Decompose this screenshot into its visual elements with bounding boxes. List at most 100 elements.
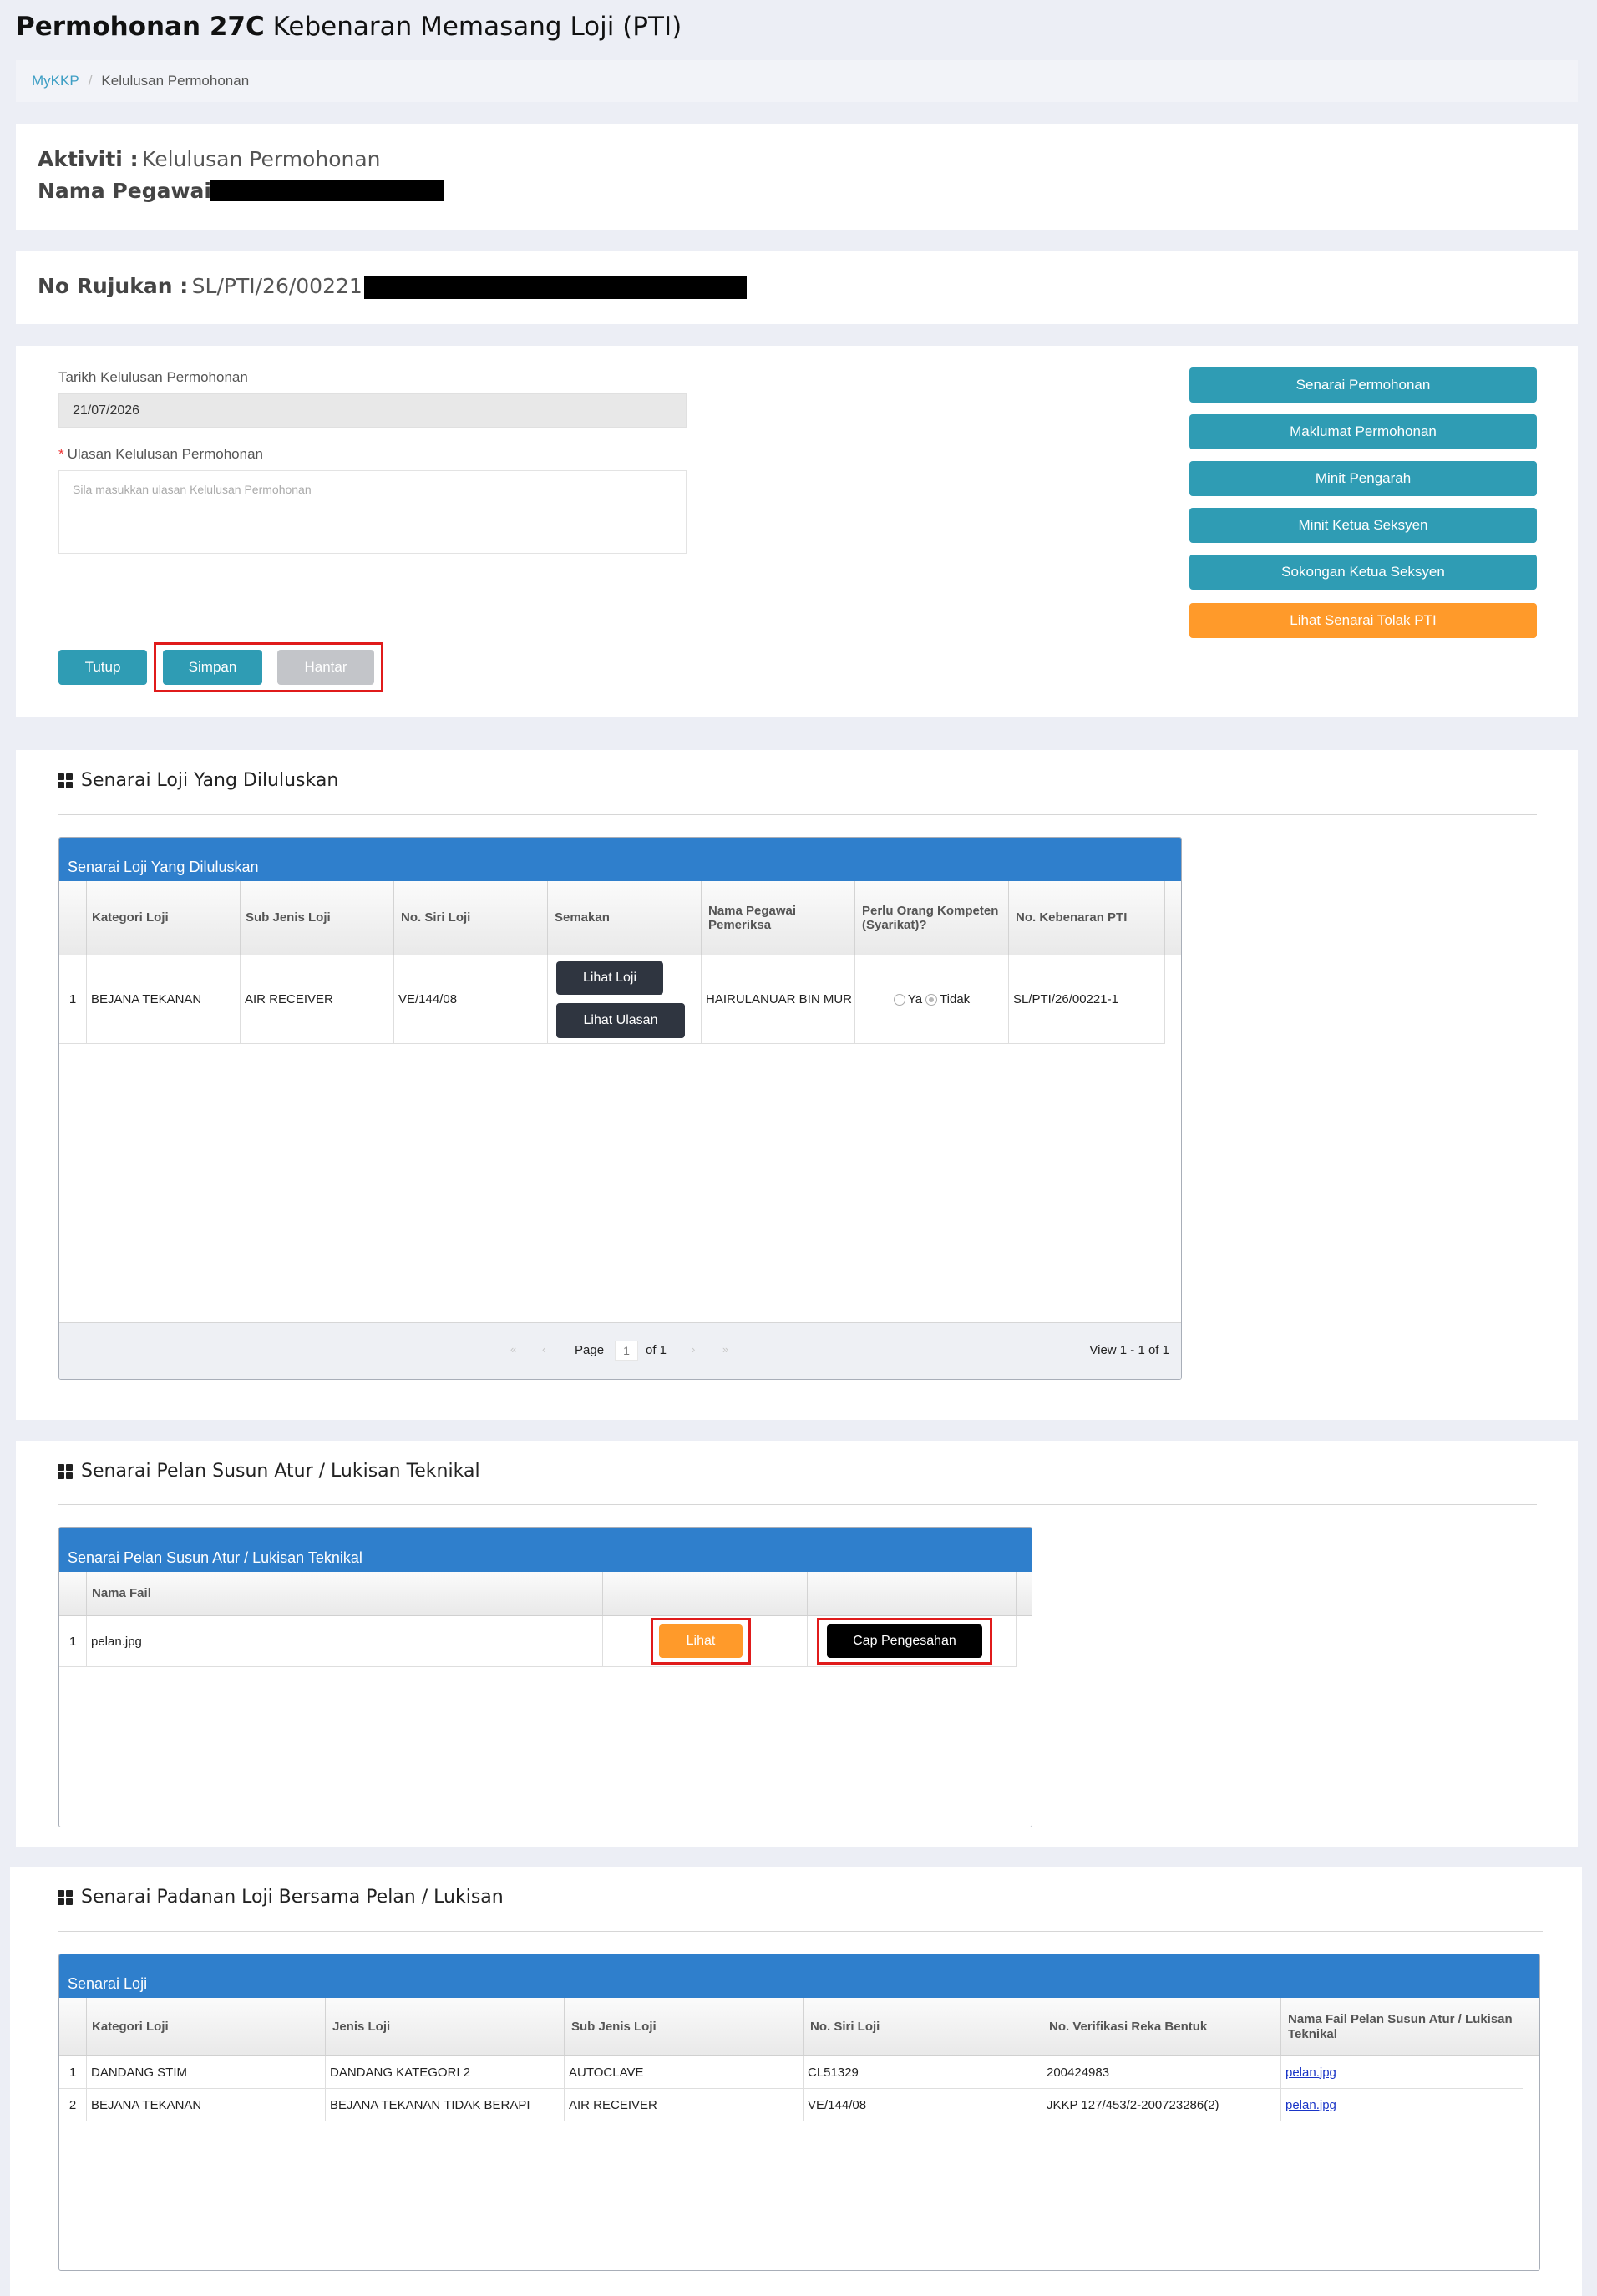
maklumat-permohonan-button[interactable]: Maklumat Permohonan xyxy=(1189,414,1537,449)
grid-caption: Senarai Loji xyxy=(59,1954,1539,1998)
column-header[interactable]: Kategori Loji xyxy=(87,881,241,955)
radio-tidak[interactable] xyxy=(925,993,938,1006)
column-header[interactable]: No. Siri Loji xyxy=(804,1998,1042,2055)
column-header xyxy=(808,1572,1017,1615)
section-title-row: Senarai Pelan Susun Atur / Lukisan Tekni… xyxy=(58,1461,480,1482)
first-page-icon[interactable]: « xyxy=(510,1343,516,1356)
file-link[interactable]: pelan.jpg xyxy=(1285,2065,1336,2080)
cell-cap-pengesahan: Cap Pengesahan xyxy=(808,1616,1017,1666)
cell-sub-jenis-loji: AUTOCLAVE xyxy=(565,2056,804,2088)
table-row[interactable]: 1 BEJANA TEKANAN AIR RECEIVER VE/144/08 … xyxy=(59,955,1165,1044)
radio-ya-label: Ya xyxy=(907,992,923,1006)
pegawai-line: Nama Pegawai : xyxy=(38,179,227,203)
column-header[interactable]: Perlu Orang Kompeten (Syarikat)? xyxy=(855,881,1009,955)
tutup-button[interactable]: Tutup xyxy=(58,650,147,685)
last-page-icon[interactable]: » xyxy=(722,1343,728,1356)
loji-diluluskan-grid: Senarai Loji Yang Diluluskan Kategori Lo… xyxy=(58,837,1182,1380)
minit-pengarah-button[interactable]: Minit Pengarah xyxy=(1189,461,1537,496)
column-header[interactable]: No. Siri Loji xyxy=(394,881,548,955)
table-row[interactable]: 1 pelan.jpg Lihat Cap Pengesahan xyxy=(59,1616,1017,1667)
cell-no-siri-loji: CL51329 xyxy=(804,2056,1042,2088)
table-row[interactable]: 2 BEJANA TEKANAN BEJANA TEKANAN TIDAK BE… xyxy=(59,2089,1523,2121)
cell-no-kebenaran-pti: SL/PTI/26/00221-1 xyxy=(1009,955,1165,1043)
cap-pengesahan-button[interactable]: Cap Pengesahan xyxy=(827,1624,982,1658)
ulasan-textarea[interactable]: Sila masukkan ulasan Kelulusan Permohona… xyxy=(58,470,687,554)
required-mark: * xyxy=(58,446,64,462)
grid-pager: « ‹ Page 1 of 1 › » View 1 - 1 of 1 xyxy=(59,1322,1181,1379)
cell-no-siri-loji: VE/144/08 xyxy=(804,2089,1042,2121)
cell-jenis-loji: BEJANA TEKANAN TIDAK BERAPI xyxy=(326,2089,565,2121)
breadcrumb-current: Kelulusan Permohonan xyxy=(101,73,250,89)
cell-semakan: Lihat Loji Lihat Ulasan xyxy=(548,955,702,1043)
cell-kategori-loji: BEJANA TEKANAN xyxy=(87,955,241,1043)
grid-header-row: Nama Fail xyxy=(59,1572,1032,1616)
column-header[interactable]: Semakan xyxy=(548,881,702,955)
row-number: 1 xyxy=(59,955,87,1043)
breadcrumb: MyKKP / Kelulusan Permohonan xyxy=(16,60,1578,102)
column-header-rownum xyxy=(59,881,87,955)
column-header[interactable]: No. Verifikasi Reka Bentuk xyxy=(1042,1998,1281,2055)
view-records-label: View 1 - 1 of 1 xyxy=(1089,1343,1169,1357)
page-title: Permohonan 27C Kebenaran Memasang Loji (… xyxy=(16,12,682,42)
row-number: 1 xyxy=(59,1616,87,1666)
senarai-loji-grid: Senarai Loji Kategori Loji Jenis Loji Su… xyxy=(58,1954,1540,2271)
cell-lihat: Lihat xyxy=(603,1616,808,1666)
column-header[interactable]: Sub Jenis Loji xyxy=(241,881,394,955)
prev-page-icon[interactable]: ‹ xyxy=(542,1343,545,1356)
hantar-button[interactable]: Hantar xyxy=(277,650,374,685)
section-padanan-loji: Senarai Padanan Loji Bersama Pelan / Luk… xyxy=(10,1867,1582,2296)
grid-icon xyxy=(58,773,73,788)
breadcrumb-home-link[interactable]: MyKKP xyxy=(32,73,79,89)
grid-header-row: Kategori Loji Sub Jenis Loji No. Siri Lo… xyxy=(59,881,1181,955)
radio-tidak-label: Tidak xyxy=(940,992,971,1006)
column-header[interactable]: Kategori Loji xyxy=(87,1998,326,2055)
column-header[interactable]: No. Kebenaran PTI xyxy=(1009,881,1165,955)
date-field[interactable]: 21/07/2026 xyxy=(58,393,687,428)
cell-nama-fail: pelan.jpg xyxy=(87,1616,603,1666)
radio-ya[interactable] xyxy=(893,993,905,1006)
column-header[interactable]: Sub Jenis Loji xyxy=(565,1998,804,2055)
reference-panel: No Rujukan : SL/PTI/26/00221: xyxy=(16,251,1578,324)
grid-icon xyxy=(58,1463,73,1479)
page-title-bold: Permohonan 27C xyxy=(16,12,265,42)
grid-header-row: Kategori Loji Jenis Loji Sub Jenis Loji … xyxy=(59,1998,1539,2056)
nama-pegawai-label: Nama Pegawai : xyxy=(38,179,227,203)
simpan-button[interactable]: Simpan xyxy=(163,650,262,685)
lihat-button[interactable]: Lihat xyxy=(659,1624,743,1658)
sokongan-ketua-seksyen-button[interactable]: Sokongan Ketua Seksyen xyxy=(1189,555,1537,590)
activity-panel: Aktiviti : Kelulusan Permohonan Nama Peg… xyxy=(16,124,1578,230)
file-link[interactable]: pelan.jpg xyxy=(1285,2098,1336,2112)
cell-kategori-loji: BEJANA TEKANAN xyxy=(87,2089,326,2121)
section-title-row: Senarai Padanan Loji Bersama Pelan / Luk… xyxy=(58,1887,504,1908)
grid-caption: Senarai Loji Yang Diluluskan xyxy=(59,838,1181,881)
lihat-loji-button[interactable]: Lihat Loji xyxy=(556,961,663,995)
column-header[interactable]: Jenis Loji xyxy=(326,1998,565,2055)
cell-nama-pegawai: HAIRULANUAR BIN MUR xyxy=(702,955,855,1043)
column-header[interactable]: Nama Fail Pelan Susun Atur / Lukisan Tek… xyxy=(1281,1998,1523,2055)
cell-no-verifikasi: JKKP 127/453/2-200723286(2) xyxy=(1042,2089,1281,2121)
minit-ketua-seksyen-button[interactable]: Minit Ketua Seksyen xyxy=(1189,508,1537,543)
next-page-icon[interactable]: › xyxy=(692,1343,695,1356)
row-number: 1 xyxy=(59,2056,87,2088)
section-loji-diluluskan: Senarai Loji Yang Diluluskan Senarai Loj… xyxy=(16,750,1578,1420)
ulasan-label: Ulasan Kelulusan Permohonan xyxy=(67,446,263,462)
table-row[interactable]: 1 DANDANG STIM DANDANG KATEGORI 2 AUTOCL… xyxy=(59,2056,1523,2089)
cell-jenis-loji: DANDANG KATEGORI 2 xyxy=(326,2056,565,2088)
divider xyxy=(58,814,1537,815)
section-pelan-susun-atur: Senarai Pelan Susun Atur / Lukisan Tekni… xyxy=(16,1441,1578,1847)
cell-nama-fail: pelan.jpg xyxy=(1281,2056,1523,2088)
ulasan-label-wrap: * Ulasan Kelulusan Permohonan xyxy=(58,446,263,463)
page-number-input[interactable]: 1 xyxy=(615,1341,638,1361)
divider xyxy=(58,1504,1537,1505)
date-label: Tarikh Kelulusan Permohonan xyxy=(58,369,248,385)
senarai-permohonan-button[interactable]: Senarai Permohonan xyxy=(1189,367,1537,403)
lihat-senarai-tolak-button[interactable]: Lihat Senarai Tolak PTI xyxy=(1189,603,1537,638)
breadcrumb-separator: / xyxy=(88,73,93,89)
cell-perlu-orang-kompeten: Ya Tidak xyxy=(855,955,1009,1043)
column-header[interactable]: Nama Pegawai Pemeriksa xyxy=(702,881,855,955)
aktiviti-value: Kelulusan Permohonan xyxy=(142,147,381,171)
no-rujukan-label: No Rujukan : xyxy=(38,274,189,298)
column-header[interactable]: Nama Fail xyxy=(87,1572,603,1615)
row-number: 2 xyxy=(59,2089,87,2121)
lihat-ulasan-button[interactable]: Lihat Ulasan xyxy=(556,1003,685,1038)
